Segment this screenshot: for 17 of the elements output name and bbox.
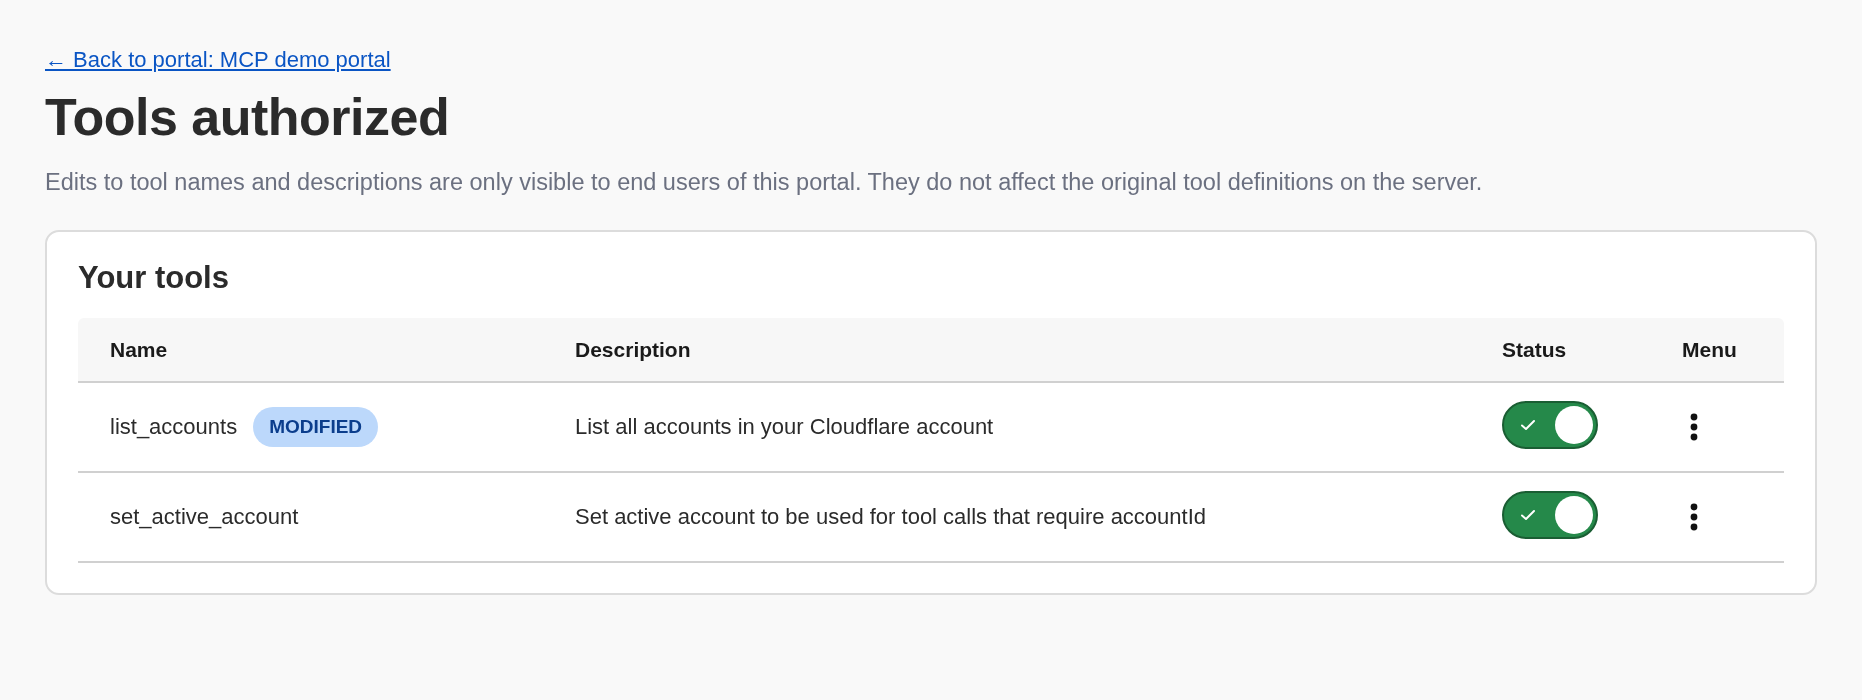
check-icon — [1520, 507, 1536, 523]
column-header: Menu — [1681, 337, 1738, 362]
column-header: Status — [1502, 337, 1568, 362]
tool-name: set_active_account — [110, 504, 299, 530]
status-toggle[interactable] — [1502, 491, 1598, 539]
tool-description: Set active account to be used for tool calls that require accountId — [575, 504, 1208, 530]
check-icon — [1520, 417, 1536, 433]
column-header: Description — [575, 337, 692, 362]
back-link[interactable]: ← Back to portal: MCP demo portal — [45, 47, 391, 72]
tool-description: List all accounts in your Cloudflare account — [575, 414, 995, 440]
page-description: Edits to tool names and descriptions are only visible to end users of this portal. They do not affect the original tool definitions on the server. — [45, 168, 1484, 197]
status-toggle[interactable] — [1502, 401, 1598, 449]
tool-name: list_accounts — [110, 414, 238, 440]
card-title: Your tools — [78, 260, 230, 296]
column-header: Name — [109, 337, 169, 362]
page-title: Tools authorized — [45, 87, 451, 147]
modified-badge: MODIFIED — [253, 407, 379, 447]
